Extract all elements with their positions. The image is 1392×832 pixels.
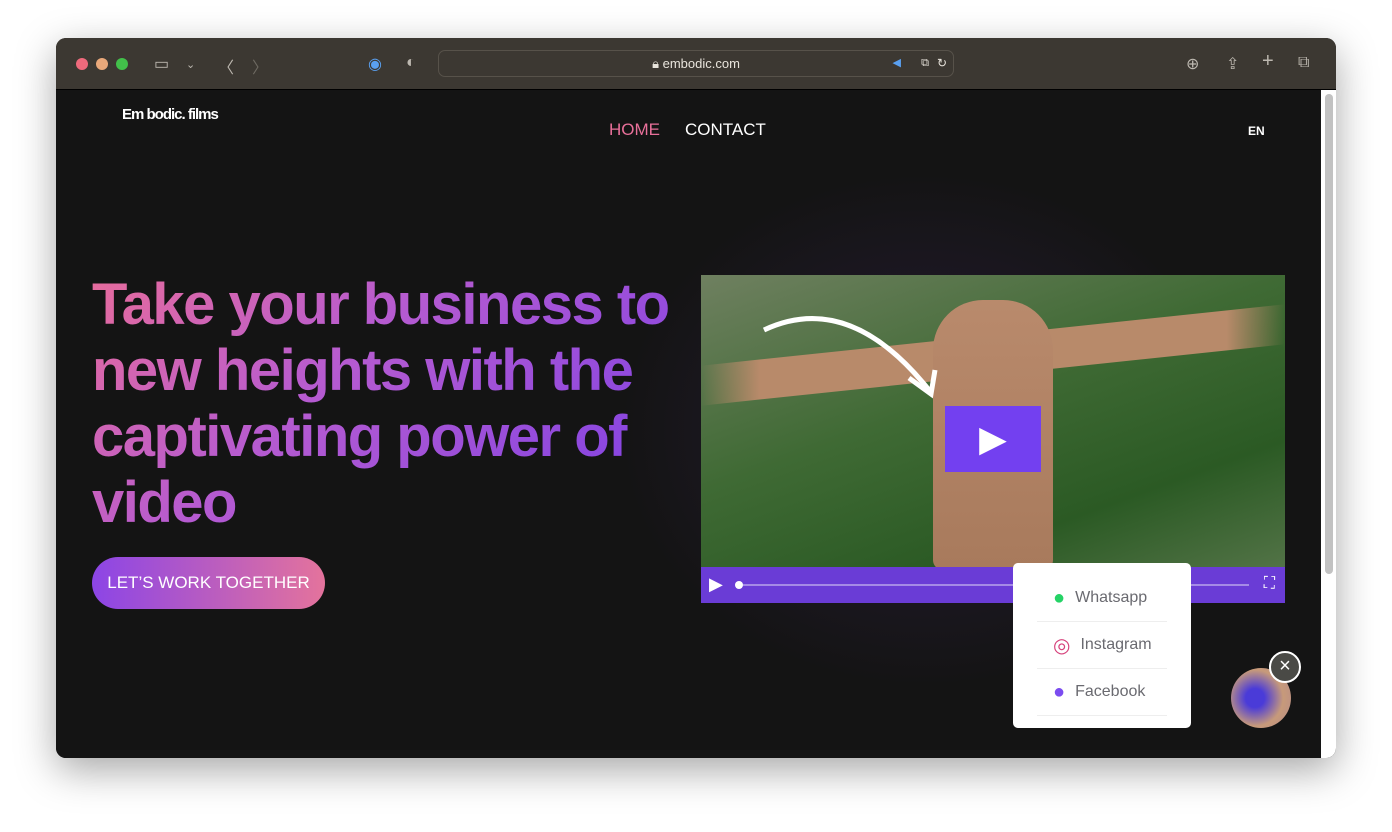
close-icon: × bbox=[1279, 655, 1291, 677]
chevron-down-icon[interactable]: ⌄ bbox=[186, 58, 195, 71]
play-icon[interactable]: ▶ bbox=[709, 574, 723, 595]
work-together-button[interactable]: LET’S WORK TOGETHER bbox=[92, 557, 325, 609]
browser-toolbar: ▭ ⌄ 〈 〉 ◉ ◐ 🔒︎ embodic.com ◀︎ ⧉ ↻ ⊕ ⇪ + … bbox=[56, 38, 1336, 90]
download-icon[interactable]: ⊕ bbox=[1186, 54, 1199, 74]
speaker-icon[interactable]: ◀︎ bbox=[893, 51, 901, 76]
close-popup-button[interactable]: × bbox=[1269, 651, 1301, 683]
logo-text: Em bodic. films bbox=[122, 106, 219, 123]
messenger-icon: ● bbox=[1053, 680, 1066, 703]
fullscreen-icon[interactable]: ⛶ bbox=[1264, 575, 1275, 593]
progress-handle[interactable] bbox=[735, 581, 743, 589]
arrow-icon bbox=[762, 316, 938, 399]
instagram-icon: ◎ bbox=[1053, 634, 1071, 657]
logo[interactable]: Em bodic. films bbox=[122, 106, 219, 123]
password-icon[interactable]: ◉ bbox=[368, 54, 382, 74]
minimize-window-button[interactable] bbox=[96, 58, 108, 70]
address-bar[interactable]: 🔒︎ embodic.com ◀︎ ⧉ ↻ bbox=[438, 50, 954, 77]
play-button[interactable]: ▶ bbox=[945, 406, 1041, 472]
share-icon[interactable]: ⇪ bbox=[1226, 54, 1239, 74]
instagram-link[interactable]: ◎ Instagram bbox=[1037, 622, 1167, 669]
page: Em bodic. films HOME CONTACT EN Take you… bbox=[56, 90, 1336, 758]
language-selector[interactable]: EN bbox=[1248, 124, 1265, 138]
translate-icon[interactable]: ⧉ bbox=[921, 51, 929, 76]
tabs-icon[interactable]: ⧉ bbox=[1298, 54, 1309, 72]
nav-contact[interactable]: CONTACT bbox=[685, 120, 766, 140]
play-icon: ▶ bbox=[979, 418, 1007, 459]
whatsapp-link[interactable]: ● Whatsapp bbox=[1037, 575, 1167, 622]
browser-window: ▭ ⌄ 〈 〉 ◉ ◐ 🔒︎ embodic.com ◀︎ ⧉ ↻ ⊕ ⇪ + … bbox=[56, 38, 1336, 758]
scrollbar[interactable] bbox=[1321, 90, 1336, 758]
forward-icon[interactable]: 〉 bbox=[252, 54, 268, 78]
shield-icon[interactable]: ◐ bbox=[406, 54, 416, 72]
video-player[interactable]: ▶ ▶ ⛶ bbox=[701, 275, 1285, 603]
contact-popup: ● Whatsapp ◎ Instagram ● Facebook bbox=[1013, 563, 1191, 728]
facebook-link[interactable]: ● Facebook bbox=[1037, 669, 1167, 716]
maximize-window-button[interactable] bbox=[116, 58, 128, 70]
new-tab-icon[interactable]: + bbox=[1262, 50, 1274, 73]
reload-icon[interactable]: ↻ bbox=[937, 51, 947, 76]
lock-icon: 🔒︎ bbox=[652, 56, 663, 71]
close-window-button[interactable] bbox=[76, 58, 88, 70]
video-controls: ▶ ⛶ bbox=[701, 567, 1285, 603]
scrollbar-thumb[interactable] bbox=[1325, 94, 1333, 574]
nav-home[interactable]: HOME bbox=[609, 120, 660, 140]
hero-headline: Take your business to new heights with t… bbox=[92, 272, 672, 536]
back-icon[interactable]: 〈 bbox=[218, 54, 234, 78]
sidebar-icon[interactable]: ▭ bbox=[154, 54, 169, 74]
whatsapp-icon: ● bbox=[1053, 586, 1066, 609]
